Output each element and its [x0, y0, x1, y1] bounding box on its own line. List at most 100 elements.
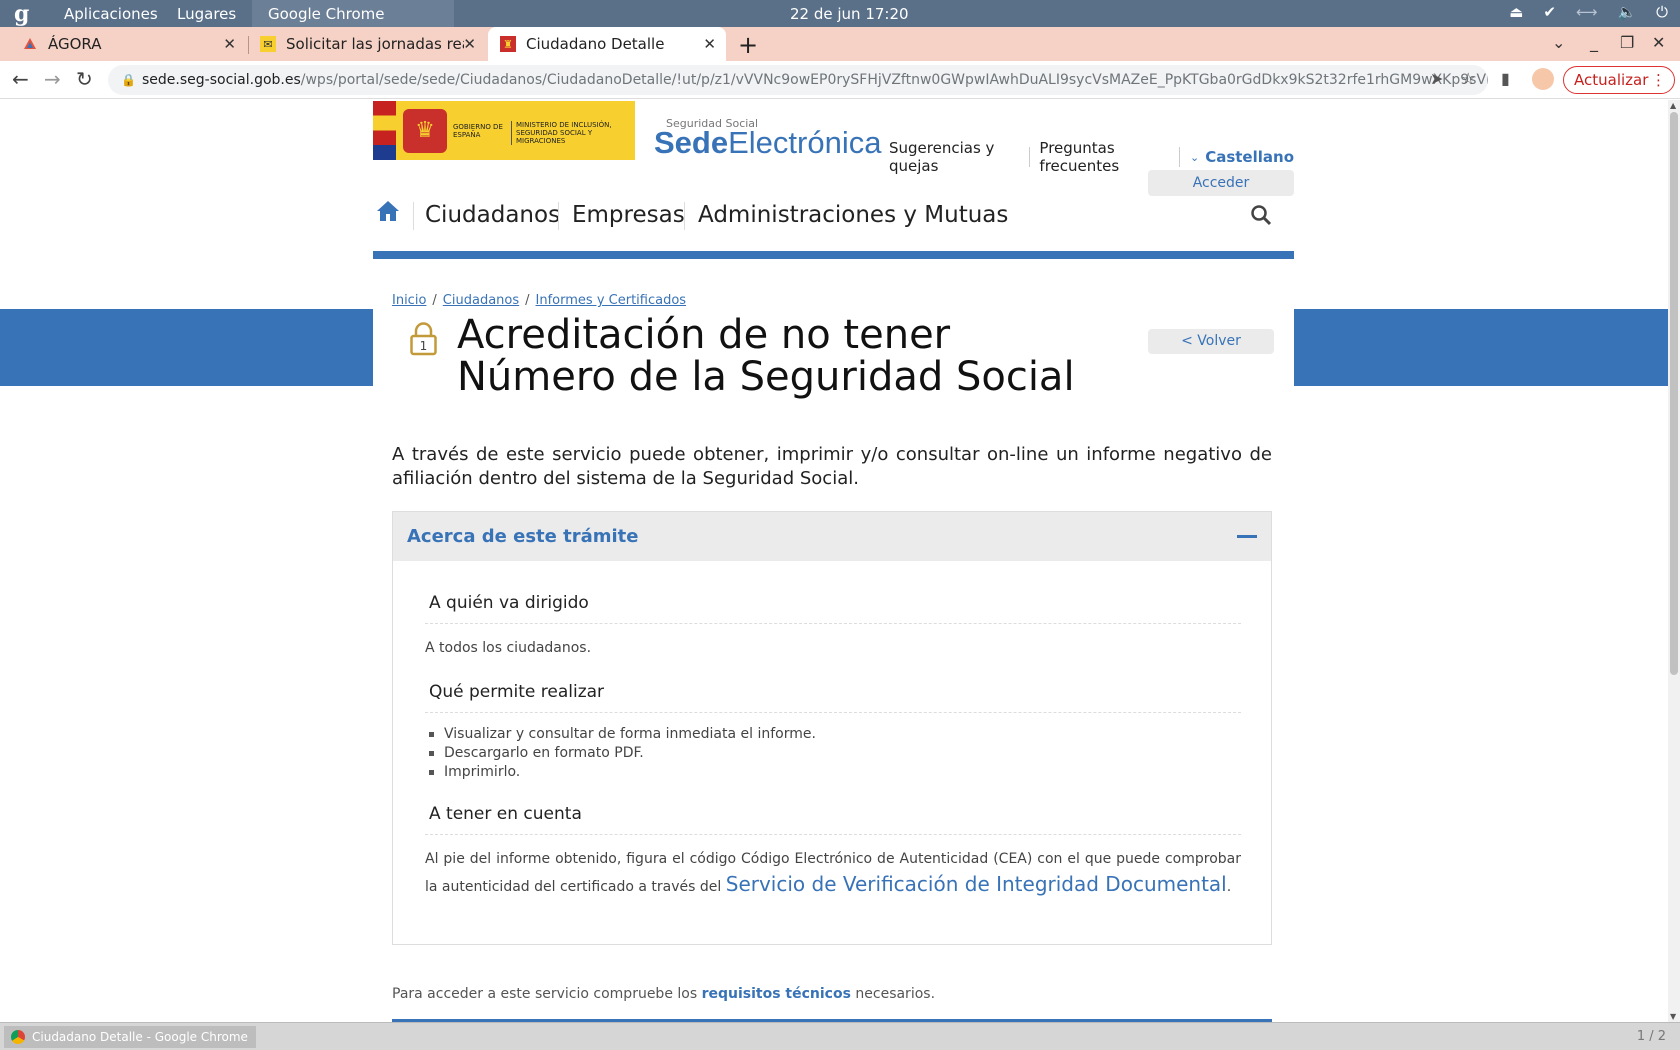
- power-icon[interactable]: ⏻: [1656, 3, 1668, 21]
- new-tab-plus-icon[interactable]: +: [738, 31, 758, 59]
- home-icon[interactable]: [376, 200, 400, 222]
- menu-google-chrome[interactable]: Google Chrome: [268, 5, 385, 23]
- permite-list: Visualizar y consultar de forma inmediat…: [425, 725, 816, 782]
- language-selector[interactable]: Castellano: [1205, 148, 1294, 166]
- update-label: Actualizar: [1574, 71, 1649, 89]
- breadcrumb-informes[interactable]: Informes y Certificados: [536, 293, 687, 308]
- send-icon[interactable]: ➤: [1430, 69, 1443, 88]
- taskbar-label: Ciudadano Detalle - Google Chrome: [32, 1030, 248, 1044]
- breadcrumb-ciudadanos[interactable]: Ciudadanos: [443, 293, 519, 308]
- update-button[interactable]: Actualizar ⋮: [1563, 66, 1675, 94]
- clock[interactable]: 22 de jun 17:20: [790, 5, 909, 23]
- req-before: Para acceder a este servicio compruebe l…: [392, 986, 698, 1002]
- bottom-taskbar: Ciudadano Detalle - Google Chrome 1 / 2: [0, 1022, 1680, 1050]
- menu-lugares[interactable]: Lugares: [177, 5, 236, 23]
- gnome-logo[interactable]: g: [14, 1, 29, 27]
- forward-arrow-icon[interactable]: →: [44, 67, 61, 91]
- browser-toolbar: ← → ↻ 🔒 sede.seg-social.gob.es/wps/porta…: [0, 61, 1680, 99]
- search-icon[interactable]: [1250, 204, 1272, 226]
- network-icon[interactable]: ⟷: [1576, 3, 1598, 21]
- tab-agora[interactable]: ÁGORA ✕: [10, 27, 246, 61]
- requirements-text: Para acceder a este servicio compruebe l…: [392, 986, 935, 1002]
- padlock-level-icon: 1: [410, 322, 437, 356]
- scroll-up-icon[interactable]: ▲: [1670, 101, 1676, 110]
- gobierno-logo[interactable]: ♛ GOBIERNO DE ESPAÑA MINISTERIO DE INCLU…: [373, 101, 635, 160]
- breadcrumb-inicio[interactable]: Inicio: [392, 293, 426, 308]
- accordion-acerca: Acerca de este trámite A quién va dirigi…: [392, 511, 1272, 945]
- vertical-scrollbar[interactable]: ▲ ▼: [1668, 100, 1680, 1022]
- collapse-minus-icon[interactable]: [1237, 535, 1257, 538]
- accordion-title: Acerca de este trámite: [407, 526, 639, 547]
- close-icon[interactable]: ✕: [463, 35, 476, 53]
- breadcrumb-separator: /: [432, 293, 437, 308]
- tab-solicitar-jornadas[interactable]: ✉ Solicitar las jornadas reales ✕: [252, 27, 486, 61]
- check-circle-icon[interactable]: ✔: [1543, 3, 1556, 21]
- divider: [1028, 147, 1030, 167]
- address-bar[interactable]: 🔒 sede.seg-social.gob.es/wps/portal/sede…: [108, 65, 1488, 95]
- side-panel-icon[interactable]: ▮: [1501, 69, 1510, 88]
- correos-icon: ✉: [260, 36, 276, 52]
- tab-divider: [248, 36, 249, 54]
- list-item: Visualizar y consultar de forma inmediat…: [425, 725, 816, 744]
- url-path: /wps/portal/sede/sede/Ciudadanos/Ciudada…: [300, 72, 1488, 88]
- tab-title: Ciudadano Detalle: [526, 35, 665, 53]
- url-host: sede.seg-social.gob.es: [142, 72, 301, 88]
- breadcrumb: Inicio / Ciudadanos / Informes y Certificado…: [392, 293, 686, 308]
- nav-ciudadanos[interactable]: Ciudadanos: [425, 202, 560, 228]
- system-top-bar: g Aplicaciones Lugares Google Chrome 22 …: [0, 0, 1680, 27]
- chrome-icon: [11, 1030, 25, 1044]
- volume-icon[interactable]: 🔈: [1617, 3, 1636, 21]
- restore-icon[interactable]: ❐: [1620, 33, 1634, 52]
- accordion-header[interactable]: Acerca de este trámite: [393, 512, 1271, 561]
- web-page: ♛ GOBIERNO DE ESPAÑA MINISTERIO DE INCLU…: [0, 100, 1668, 1022]
- reload-icon[interactable]: ↻: [76, 67, 93, 91]
- req-after: necesarios.: [855, 986, 936, 1002]
- tab-title: Solicitar las jornadas reales: [286, 35, 464, 53]
- tab-ciudadano-detalle[interactable]: ♜ Ciudadano Detalle ✕: [488, 27, 726, 61]
- tab-search-chevron-icon[interactable]: ⌄: [1552, 33, 1565, 52]
- intro-text: A través de este servicio puede obtener,…: [392, 444, 1272, 489]
- nav-rule: [373, 251, 1294, 259]
- lock-level: 1: [420, 339, 428, 353]
- volver-button[interactable]: < Volver: [1148, 329, 1274, 354]
- close-window-icon[interactable]: ✕: [1652, 33, 1665, 52]
- more-menu-icon[interactable]: ⋮: [1651, 67, 1666, 93]
- sede-light: Electrónica: [728, 125, 882, 160]
- back-arrow-icon[interactable]: ←: [12, 67, 29, 91]
- sugerencias-link[interactable]: Sugerencias y quejas: [889, 139, 1019, 175]
- tener-end: .: [1226, 879, 1232, 895]
- nav-empresas[interactable]: Empresas: [572, 202, 685, 228]
- gobierno-text: GOBIERNO DE ESPAÑA: [453, 123, 503, 139]
- divider: [1179, 147, 1180, 167]
- nav-divider: [684, 202, 685, 230]
- section-text-dirigido: A todos los ciudadanos.: [425, 640, 592, 656]
- scroll-down-icon[interactable]: ▼: [1670, 1012, 1676, 1021]
- breadcrumb-separator: /: [525, 293, 530, 308]
- requisitos-link[interactable]: requisitos técnicos: [702, 986, 851, 1002]
- bookmark-star-icon[interactable]: ☆: [1461, 69, 1475, 88]
- profile-avatar[interactable]: [1532, 68, 1554, 90]
- taskbar-chrome-window[interactable]: Ciudadano Detalle - Google Chrome: [4, 1026, 256, 1048]
- scrollbar-thumb[interactable]: [1670, 112, 1678, 675]
- list-item: Imprimirlo.: [425, 763, 816, 782]
- content-column: ♛ GOBIERNO DE ESPAÑA MINISTERIO DE INCLU…: [373, 100, 1294, 1022]
- sede-bold: Sede: [654, 125, 729, 160]
- tab-strip: ÁGORA ✕ ✉ Solicitar las jornadas reales …: [0, 27, 1680, 61]
- section-heading-permite: Qué permite realizar: [425, 682, 1241, 713]
- close-icon[interactable]: ✕: [223, 35, 236, 53]
- nav-administraciones[interactable]: Administraciones y Mutuas: [698, 202, 1008, 228]
- tab-title: ÁGORA: [48, 35, 102, 53]
- chevron-down-icon: ⌄: [1189, 150, 1200, 164]
- ministerio-text: MINISTERIO DE INCLUSIÓN, SEGURIDAD SOCIA…: [511, 121, 631, 145]
- nav-divider: [413, 202, 414, 230]
- eject-icon[interactable]: ⏏: [1509, 3, 1523, 21]
- verificacion-link[interactable]: Servicio de Verificación de Integridad D…: [726, 872, 1227, 896]
- sede-electronica-logo[interactable]: SedeElectrónica: [654, 125, 881, 161]
- minimize-icon[interactable]: _: [1590, 33, 1598, 52]
- eu-flag-strip: [373, 101, 396, 160]
- agora-icon: [22, 36, 38, 52]
- workspace-pager[interactable]: 1 / 2: [1637, 1029, 1666, 1044]
- lock-icon[interactable]: 🔒: [121, 65, 136, 95]
- close-icon[interactable]: ✕: [703, 35, 716, 53]
- menu-aplicaciones[interactable]: Aplicaciones: [64, 5, 158, 23]
